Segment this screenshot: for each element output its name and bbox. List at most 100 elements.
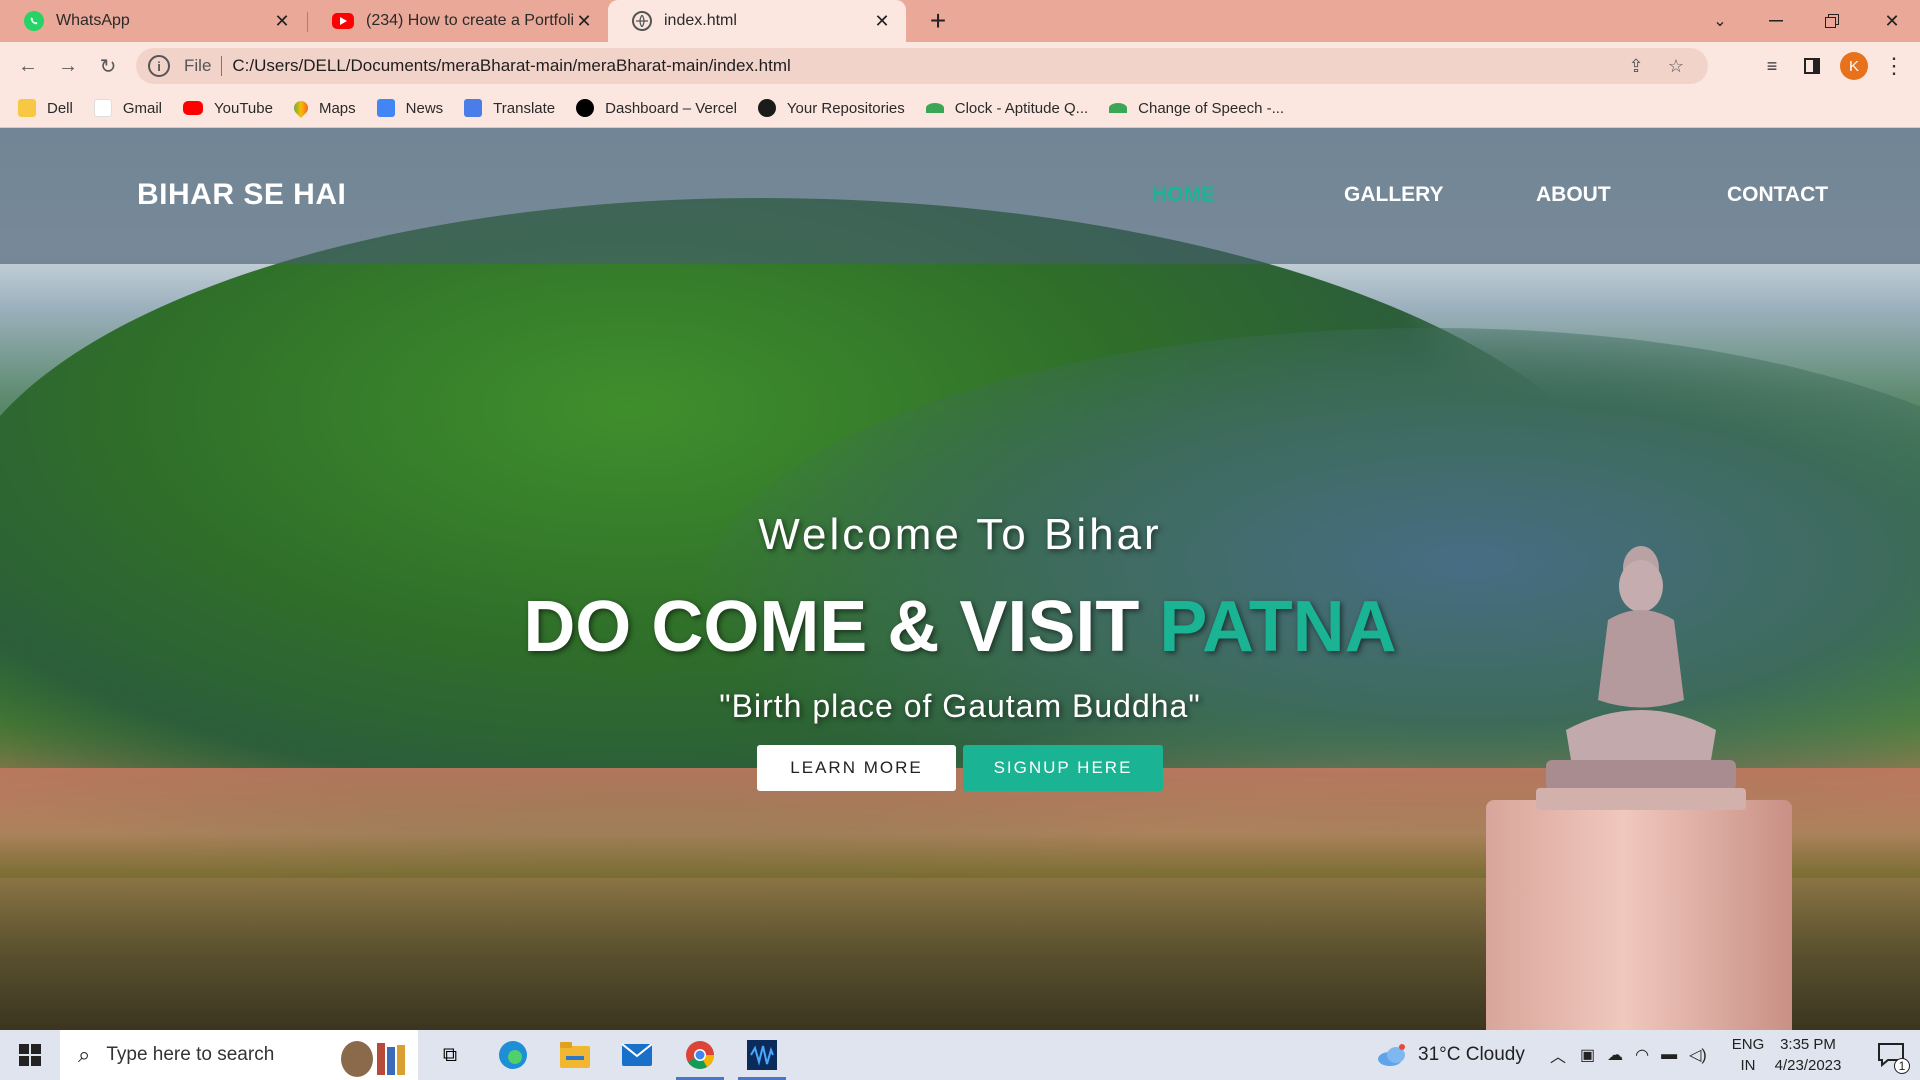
search-placeholder: Type here to search — [106, 1044, 275, 1065]
search-highlight-image[interactable] — [330, 1030, 420, 1080]
bookmark-youtube[interactable]: YouTube — [183, 100, 273, 117]
bookmark-label: Clock - Aptitude Q... — [954, 99, 1089, 117]
chevron-up-icon[interactable]: ︿ — [1550, 1043, 1566, 1067]
url-text[interactable]: C:/Users/DELL/Documents/meraBharat-main/… — [232, 56, 790, 76]
search-highlight-icon — [341, 1041, 405, 1077]
site-logo[interactable]: BIHAR SE HAI — [137, 178, 346, 212]
github-icon — [757, 99, 776, 117]
hero-tagline: "Birth place of Gautam Buddha" — [719, 688, 1201, 724]
windows-icon — [19, 1044, 41, 1066]
tab-title: index.html — [664, 12, 737, 29]
bookmarks-bar: Dell Gmail YouTube Maps News Translate D… — [0, 89, 1920, 128]
notification-button[interactable]: 1 — [1866, 1030, 1916, 1080]
bookmark-news[interactable]: News — [376, 99, 444, 117]
bookmark-translate[interactable]: Translate — [464, 99, 555, 117]
bookmark-clock-aptitude[interactable]: Clock - Aptitude Q... — [925, 99, 1089, 117]
bookmark-label: News — [405, 99, 444, 117]
task-view-button[interactable]: ⧉ — [420, 1030, 480, 1080]
start-button[interactable] — [0, 1030, 60, 1080]
info-icon[interactable]: i — [148, 55, 170, 77]
site-navbar: BIHAR SE HAI HOME GALLERY ABOUT CONTACT — [0, 128, 1920, 264]
signup-button[interactable]: SIGNUP HERE — [963, 745, 1163, 791]
bookmark-change-of-speech[interactable]: Change of Speech -... — [1109, 100, 1284, 117]
nav-home[interactable]: HOME — [1152, 183, 1215, 207]
hero-headline: DO COME & VISIT PATNA — [0, 586, 1920, 668]
close-icon[interactable]: ✕ — [872, 11, 892, 32]
arrow-left-icon: ← — [18, 54, 38, 77]
whatsapp-icon — [24, 11, 44, 31]
back-button[interactable]: ← — [12, 50, 44, 82]
restore-button[interactable] — [1804, 0, 1860, 42]
new-tab-button[interactable]: + — [922, 5, 954, 37]
minimize-button[interactable] — [1748, 0, 1804, 42]
vercel-icon — [576, 99, 595, 117]
bookmark-label: Gmail — [122, 99, 163, 117]
weather-text: 31°C Cloudy — [1418, 1044, 1525, 1065]
bookmark-label: Dell — [47, 99, 73, 117]
restore-icon — [1825, 14, 1839, 28]
volume-icon[interactable]: ◁) — [1689, 1045, 1707, 1065]
side-panel-icon[interactable] — [1796, 50, 1828, 82]
media-icon[interactable]: ≡ — [1756, 50, 1788, 82]
forward-button[interactable]: → — [52, 50, 84, 82]
language-region: IN — [1740, 1057, 1756, 1074]
youtube-icon — [332, 13, 354, 29]
bookmark-maps[interactable]: Maps — [291, 98, 356, 118]
share-icon[interactable]: ⇪ — [1618, 48, 1654, 84]
windows-taskbar: ⌕ Type here to search ⧉ 31°C Cloudy ︿ ▣ … — [0, 1030, 1920, 1080]
clock[interactable]: 3:35 PM 4/23/2023 — [1768, 1034, 1848, 1076]
statue-pedestal — [1486, 800, 1792, 1030]
mail-app[interactable] — [607, 1030, 667, 1080]
gmail-icon — [93, 99, 112, 117]
globe-icon — [632, 11, 652, 31]
bookmark-label: Maps — [318, 99, 356, 117]
notification-count: 1 — [1894, 1058, 1910, 1074]
nav-gallery[interactable]: GALLERY — [1344, 183, 1444, 207]
tab-search-button[interactable]: ⌄ — [1692, 0, 1748, 42]
onedrive-icon[interactable]: ☁ — [1607, 1045, 1623, 1065]
language-indicator[interactable]: ENG IN — [1728, 1034, 1768, 1076]
learn-more-button[interactable]: LEARN MORE — [757, 745, 956, 791]
waveform-icon — [747, 1040, 777, 1070]
menu-icon[interactable]: ⋮ — [1878, 50, 1910, 82]
close-icon[interactable]: ✕ — [574, 11, 594, 32]
task-view-icon: ⧉ — [442, 1043, 458, 1066]
address-bar[interactable]: i File C:/Users/DELL/Documents/meraBhara… — [136, 48, 1708, 84]
close-window-button[interactable]: ✕ — [1864, 0, 1920, 42]
bookmark-github[interactable]: Your Repositories — [757, 99, 905, 117]
close-icon[interactable]: ✕ — [272, 11, 292, 32]
bookmark-label: Your Repositories — [786, 99, 905, 117]
language-code: ENG — [1731, 1036, 1765, 1053]
buddha-statue-image — [1536, 546, 1746, 810]
clock-date: 4/23/2023 — [1774, 1057, 1842, 1074]
headline-accent: PATNA — [1159, 587, 1397, 667]
mail-icon — [622, 1044, 652, 1066]
nav-about[interactable]: ABOUT — [1536, 183, 1611, 207]
headline-main: DO COME & VISIT — [523, 587, 1160, 667]
edge-app[interactable] — [483, 1030, 543, 1080]
youtube-icon — [183, 101, 204, 115]
bookmark-dell[interactable]: Dell — [18, 99, 73, 117]
divider — [221, 56, 223, 76]
tab-index-html[interactable]: index.html ✕ — [608, 0, 906, 42]
tab-youtube[interactable]: (234) How to create a Portfolio w ✕ — [308, 0, 608, 42]
umbrella-icon — [925, 103, 944, 113]
bookmark-label: Translate — [493, 99, 556, 117]
weather-widget[interactable]: 31°C Cloudy — [1376, 1030, 1525, 1080]
tab-title: WhatsApp — [56, 12, 130, 29]
bookmark-gmail[interactable]: Gmail — [93, 99, 163, 117]
nav-contact[interactable]: CONTACT — [1727, 183, 1828, 207]
tab-whatsapp[interactable]: WhatsApp ✕ — [0, 0, 306, 42]
audio-app[interactable] — [732, 1030, 792, 1080]
star-icon[interactable]: ☆ — [1658, 48, 1694, 84]
file-explorer-app[interactable] — [545, 1030, 605, 1080]
wifi-icon[interactable]: ◠ — [1635, 1045, 1649, 1065]
hero-section: BIHAR SE HAI HOME GALLERY ABOUT CONTACT … — [0, 128, 1920, 1030]
battery-icon[interactable]: ▬ — [1661, 1046, 1677, 1064]
reload-button[interactable]: ↻ — [92, 50, 124, 82]
device-icon[interactable]: ▣ — [1580, 1045, 1595, 1065]
bookmark-vercel[interactable]: Dashboard – Vercel — [576, 99, 737, 117]
welcome-heading: Welcome To Bihar — [758, 510, 1162, 559]
chrome-app[interactable] — [670, 1030, 730, 1080]
profile-avatar[interactable]: K — [1840, 52, 1868, 80]
